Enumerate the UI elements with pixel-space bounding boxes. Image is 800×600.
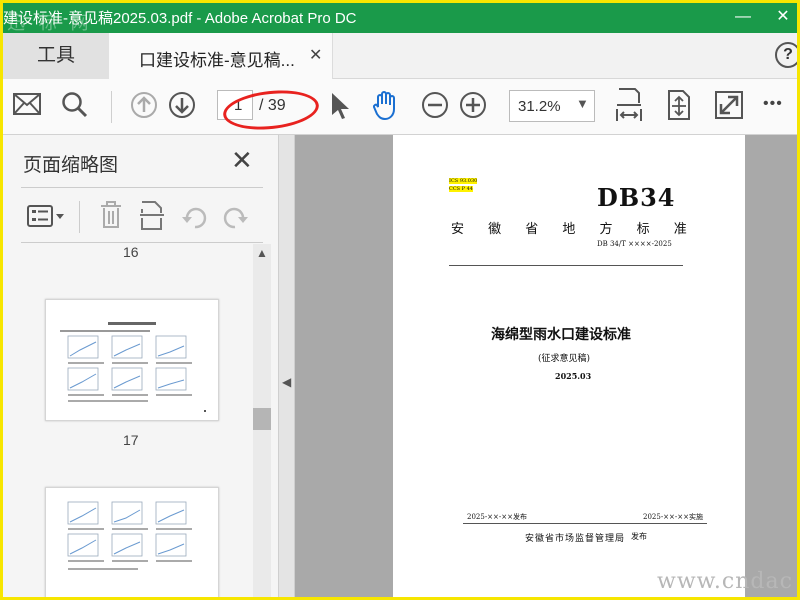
- implement-date: 2025-××-××实施: [643, 513, 704, 521]
- scrollbar-thumb[interactable]: [253, 408, 271, 430]
- extract-pages-icon[interactable]: [139, 201, 165, 231]
- panel-toolbar: [3, 193, 279, 239]
- minimize-button[interactable]: —: [727, 3, 759, 33]
- tab-close-icon[interactable]: ✕: [309, 45, 322, 65]
- pdf-page: ICS 93.030 CCS P 44 DB34 安 徽 省 地 方 标 准 D…: [393, 135, 745, 597]
- document-viewport[interactable]: ICS 93.030 CCS P 44 DB34 安 徽 省 地 方 标 准 D…: [295, 135, 797, 597]
- zoom-value: 31.2%: [518, 98, 561, 115]
- select-cursor-icon[interactable]: [329, 91, 351, 121]
- rotate-left-icon[interactable]: [181, 203, 209, 229]
- tab-tools[interactable]: 工具: [3, 33, 109, 79]
- panel-collapse-handle[interactable]: ◀: [279, 135, 295, 597]
- thumbnail-page-17[interactable]: [45, 299, 219, 421]
- chevron-down-icon: ▼: [576, 96, 589, 111]
- toolbar: 1 / 39 31.2% ▼ •••: [3, 79, 797, 135]
- chevron-left-icon: ◀: [282, 375, 292, 389]
- search-icon[interactable]: [61, 91, 89, 119]
- zoom-out-icon[interactable]: [421, 91, 449, 119]
- zoom-in-icon[interactable]: [459, 91, 487, 119]
- panel-title: 页面缩略图: [23, 155, 119, 176]
- panel-close-icon[interactable]: ✕: [231, 145, 253, 176]
- header-rule: [449, 265, 683, 266]
- title-bar: 建设标准-意见稿2025.03.pdf - Adobe Acrobat Pro …: [3, 3, 797, 34]
- thumbnail-label: 16: [123, 244, 139, 260]
- next-page-icon[interactable]: [168, 91, 196, 119]
- fit-width-icon[interactable]: [615, 87, 643, 123]
- footer-rule: [463, 523, 707, 524]
- hand-tool-icon[interactable]: [371, 89, 401, 121]
- document-subtitle: (征求意见稿): [538, 354, 591, 364]
- email-icon[interactable]: [13, 93, 41, 115]
- zoom-select[interactable]: 31.2% ▼: [509, 90, 595, 122]
- panel-divider: [21, 187, 263, 188]
- rotate-right-icon[interactable]: [221, 203, 249, 229]
- thumbnail-label: 17: [123, 432, 139, 448]
- publish-date: 2025-××-××发布: [467, 513, 528, 521]
- ccs-code: CCS P 44: [449, 186, 473, 192]
- tab-bar: 工具 口建设标准-意见稿... ✕ ?: [3, 33, 797, 79]
- toolbar-separator: [111, 91, 112, 123]
- thumbnail-options-icon[interactable]: [27, 205, 65, 227]
- tab-document[interactable]: 口建设标准-意见稿... ✕: [109, 33, 333, 79]
- scroll-up-icon[interactable]: ▲: [256, 246, 268, 260]
- previous-page-icon[interactable]: [130, 91, 158, 119]
- more-options-icon[interactable]: •••: [763, 95, 783, 113]
- panel-divider: [21, 242, 263, 243]
- thumbnail-page-18[interactable]: [45, 487, 219, 597]
- delete-icon[interactable]: [99, 201, 123, 229]
- help-icon[interactable]: ?: [775, 42, 797, 68]
- issuer: 安徽省市场监督管理局: [525, 534, 626, 544]
- thumbnail-scrollbar[interactable]: ▲: [253, 244, 271, 597]
- thumbnail-list: 16 17: [3, 244, 251, 597]
- watermark-logo: 迅 标 网: [7, 13, 93, 34]
- tab-document-label: 口建设标准-意见稿...: [139, 51, 295, 70]
- province-standard: 安 徽 省 地 方 标 准: [451, 222, 697, 237]
- close-window-button[interactable]: ✕: [767, 3, 797, 33]
- thumbnail-panel: 页面缩略图 ✕ 16 17 ▲: [3, 135, 279, 597]
- standard-code: DB34: [597, 183, 676, 212]
- document-date: 2025.03: [555, 371, 592, 381]
- full-screen-icon[interactable]: [715, 91, 743, 119]
- watermark-text: www.cndac: [657, 569, 793, 594]
- document-title: 海绵型雨水口建设标准: [491, 327, 631, 343]
- thumbnail-content: [67, 501, 192, 570]
- panel-separator: [79, 201, 80, 233]
- standard-number: DB 34/T ××××-2025: [597, 240, 672, 248]
- thumbnail-content: [60, 322, 206, 412]
- issuer-suffix: 发布: [631, 532, 647, 541]
- app-window: 建设标准-意见稿2025.03.pdf - Adobe Acrobat Pro …: [0, 0, 800, 600]
- ics-code: ICS 93.030: [449, 178, 478, 184]
- fit-page-icon[interactable]: [665, 89, 693, 121]
